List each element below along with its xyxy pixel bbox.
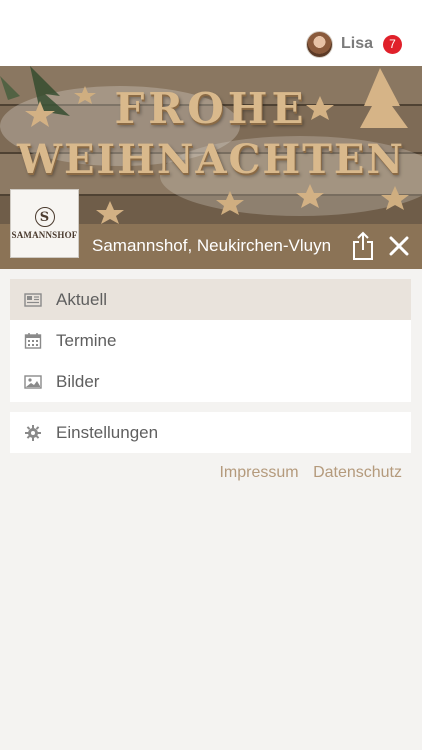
datenschutz-link[interactable]: Datenschutz — [313, 464, 402, 481]
logo-mark: S — [34, 207, 55, 227]
gear-icon — [25, 424, 41, 441]
menu-item-bilder[interactable]: Bilder — [10, 361, 411, 402]
settings-menu: Einstellungen — [10, 412, 411, 453]
menu-label-bilder: Bilder — [56, 371, 100, 391]
share-icon — [353, 231, 373, 260]
user-profile[interactable]: Lisa 7 — [305, 30, 402, 58]
menu-item-aktuell[interactable]: Aktuell — [10, 279, 411, 320]
user-name[interactable]: Lisa — [341, 35, 373, 53]
venue-title: Samannshof, Neukirchen-Vluyn — [92, 236, 332, 255]
calendar-icon — [24, 332, 42, 349]
notification-badge[interactable]: 7 — [383, 34, 402, 54]
venue-logo: S SAMANNSHOF — [10, 189, 79, 258]
menu-label-aktuell: Aktuell — [56, 289, 108, 309]
top-bar: Lisa 7 — [0, 0, 422, 66]
menu-label-termine: Termine — [56, 330, 117, 350]
banner-line-2: WEIHNACHTEN — [17, 136, 405, 183]
menu-label-einstellungen: Einstellungen — [56, 422, 159, 442]
close-button[interactable] — [387, 234, 411, 258]
share-button[interactable] — [350, 231, 376, 261]
impressum-link[interactable]: Impressum — [219, 464, 298, 481]
image-icon — [24, 374, 42, 389]
banner-line-1: FROHE — [114, 84, 308, 133]
main-menu: Aktuell Termine Bilder — [10, 279, 411, 402]
avatar[interactable] — [305, 30, 333, 58]
newspaper-icon — [24, 292, 42, 307]
logo-text: SAMANNSHOF — [11, 230, 78, 240]
close-icon — [389, 236, 409, 256]
footer-links: Impressum Datenschutz — [219, 464, 402, 482]
menu-item-einstellungen[interactable]: Einstellungen — [10, 412, 411, 453]
menu-item-termine[interactable]: Termine — [10, 320, 411, 361]
